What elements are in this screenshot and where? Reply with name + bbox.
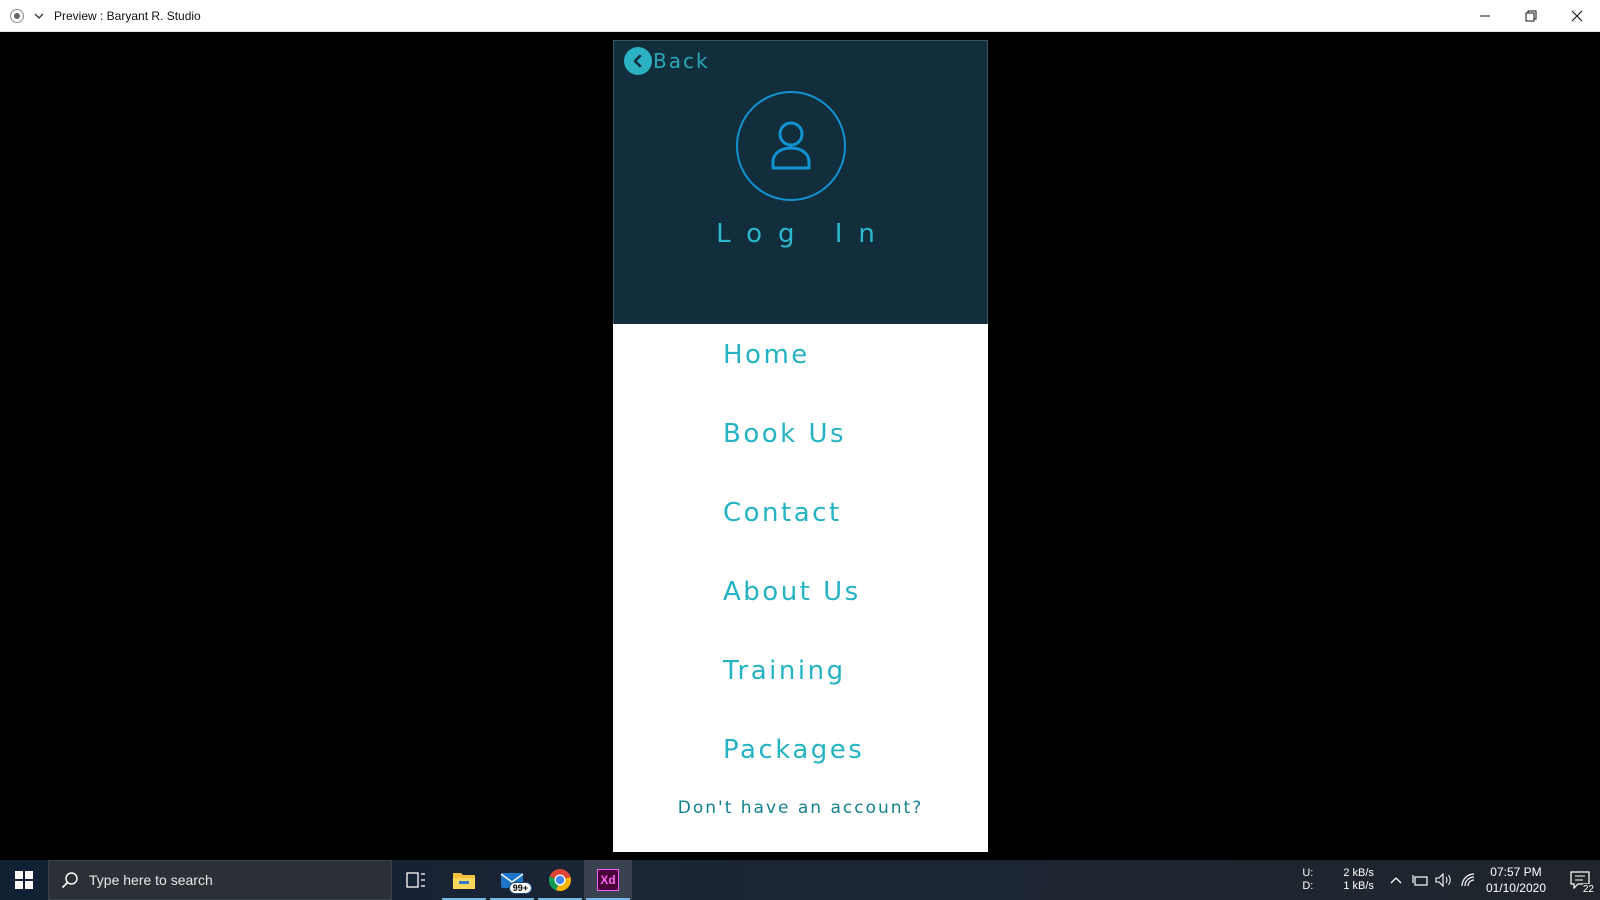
taskbar: Type here to search 99+ Xd U: D: 2 kB/s …	[0, 860, 1600, 900]
menu-item-contact[interactable]: Contact	[723, 498, 842, 528]
system-tray: U: D: 2 kB/s 1 kB/s 07:57 PM 01/10/2020 …	[1302, 860, 1600, 900]
chevron-up-icon	[1390, 877, 1402, 884]
chevron-down-icon[interactable]	[34, 9, 44, 23]
menu-item-packages[interactable]: Packages	[723, 735, 864, 765]
taskbar-search[interactable]: Type here to search	[48, 860, 392, 900]
wifi-icon	[1461, 873, 1475, 887]
window-title-bar: Preview : Baryant R. Studio	[0, 0, 1600, 32]
show-hidden-icons-button[interactable]	[1384, 860, 1408, 900]
minimize-icon	[1480, 15, 1490, 17]
action-center-button[interactable]: 22	[1560, 860, 1600, 900]
taskbar-adobe-xd[interactable]: Xd	[584, 860, 632, 900]
task-view-icon	[406, 872, 425, 888]
taskbar-mail[interactable]: 99+	[488, 860, 536, 900]
file-explorer-icon	[453, 873, 475, 889]
prototype-artboard: Back Log In Home Book Us Contact About U…	[613, 40, 988, 852]
close-icon	[1571, 10, 1583, 22]
volume-button[interactable]	[1432, 860, 1456, 900]
net-up-value: 2 kB/s	[1343, 867, 1374, 879]
back-label: Back	[653, 49, 710, 73]
login-title[interactable]: Log In	[614, 219, 989, 249]
menu-item-training[interactable]: Training	[723, 656, 846, 686]
search-icon	[61, 872, 78, 889]
task-view-button[interactable]	[392, 860, 440, 900]
window-title: Preview : Baryant R. Studio	[54, 8, 201, 23]
app-record-icon[interactable]	[10, 8, 24, 23]
close-button[interactable]	[1554, 0, 1600, 32]
restore-icon	[1525, 10, 1537, 22]
network-adapter-icon	[1412, 875, 1428, 886]
login-header: Back Log In	[613, 40, 988, 324]
clock-date: 01/10/2020	[1485, 881, 1546, 895]
menu-item-book-us[interactable]: Book Us	[723, 419, 846, 449]
taskbar-chrome[interactable]	[536, 860, 584, 900]
volume-icon	[1435, 873, 1451, 887]
back-button[interactable]: Back	[624, 47, 710, 75]
back-arrow-icon	[624, 47, 652, 75]
user-icon	[771, 121, 811, 170]
start-button[interactable]	[0, 860, 48, 900]
net-down-value: 1 kB/s	[1343, 880, 1374, 892]
clock-time: 07:57 PM	[1490, 865, 1542, 879]
network-speed-values: 2 kB/s 1 kB/s	[1343, 867, 1374, 893]
signup-link[interactable]: Don't have an account?	[613, 798, 988, 818]
user-avatar[interactable]	[736, 91, 846, 201]
network-adapter-button[interactable]	[1408, 860, 1432, 900]
windows-start-icon	[15, 871, 33, 889]
adobe-xd-icon: Xd	[597, 869, 619, 891]
taskbar-clock[interactable]: 07:57 PM 01/10/2020	[1486, 864, 1546, 896]
net-down-label: D:	[1302, 880, 1314, 892]
taskbar-file-explorer[interactable]	[440, 860, 488, 900]
notification-count: 22	[1582, 884, 1594, 895]
minimize-button[interactable]	[1462, 0, 1508, 32]
restore-button[interactable]	[1508, 0, 1554, 32]
mail-badge: 99+	[508, 882, 532, 894]
menu-item-about-us[interactable]: About Us	[723, 577, 861, 607]
menu-panel: Home Book Us Contact About Us Training P…	[613, 324, 988, 852]
net-up-label: U:	[1302, 867, 1314, 879]
menu-item-home[interactable]: Home	[723, 340, 810, 370]
chrome-icon	[548, 869, 571, 892]
search-placeholder: Type here to search	[89, 872, 213, 888]
wifi-button[interactable]	[1456, 860, 1480, 900]
network-speed-labels: U: D:	[1302, 867, 1313, 893]
